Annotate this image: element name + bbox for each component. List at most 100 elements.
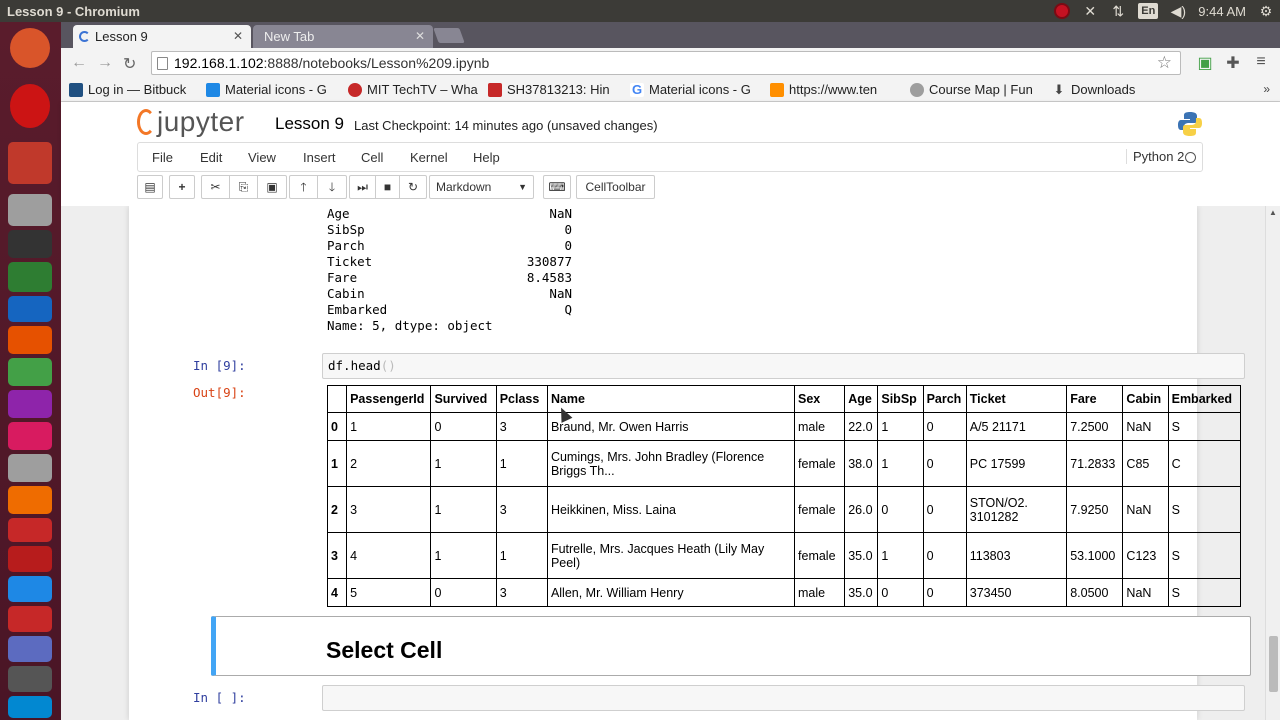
markdown-heading: Select Cell xyxy=(326,637,443,663)
bookmark-item[interactable]: Course Map | Fun xyxy=(904,78,1046,102)
notebook-name[interactable]: Lesson 9 xyxy=(275,114,344,134)
system-settings-icon[interactable] xyxy=(8,454,52,482)
chromium-icon[interactable] xyxy=(8,262,52,292)
sql-app-icon[interactable] xyxy=(8,636,52,662)
files-app-icon[interactable] xyxy=(8,296,52,322)
screen-recorder-icon[interactable] xyxy=(8,666,52,692)
move-up-icon[interactable]: 🡑 xyxy=(290,176,318,198)
menu-view[interactable]: View xyxy=(248,150,276,165)
save-icon[interactable]: ▤ xyxy=(137,175,163,199)
bookmark-item[interactable]: Material icons - G xyxy=(200,78,342,102)
notebook-toolbar: ▤ + ✂ ⎘ ▣ 🡑 🡓 ⏭ ■ ↻ Markdown ▼ ⌨ CellToo… xyxy=(137,174,1203,202)
sublime-app-icon[interactable] xyxy=(8,142,52,184)
empty-code-input[interactable] xyxy=(322,685,1245,711)
series-row: Embarked Q xyxy=(327,302,572,317)
cell-type-select[interactable]: Markdown ▼ xyxy=(429,175,534,199)
celltoolbar-button[interactable]: CellToolbar xyxy=(576,175,655,199)
menu-help[interactable]: Help xyxy=(473,150,500,165)
mit-techtv-icon xyxy=(348,82,362,97)
table-row: 2 3 1 3 Heikkinen, Miss. Laina female 26.0 0 0 ST… xyxy=(326,486,1242,533)
command-palette-keyboard-icon[interactable]: ⌨ xyxy=(543,175,571,199)
clock[interactable]: 9:44 AM xyxy=(1198,4,1246,19)
opera-browser-icon[interactable] xyxy=(10,84,50,128)
volume-icon[interactable]: ◀) xyxy=(1170,3,1186,19)
bookmark-item[interactable]: Log in — Bitbuck xyxy=(61,78,200,102)
copy-icon[interactable]: ⎘ xyxy=(230,176,258,198)
menu-insert[interactable]: Insert xyxy=(303,150,336,165)
more-bookmarks-icon[interactable]: » xyxy=(1263,82,1270,96)
bookmark-item[interactable]: SH37813213: Hin xyxy=(482,78,624,102)
amazon-app-icon[interactable] xyxy=(8,486,52,514)
youtube-app-icon[interactable] xyxy=(8,518,52,542)
tab-label: Lesson 9 xyxy=(95,29,148,44)
google-icon: G xyxy=(630,81,644,97)
forward-arrow-icon[interactable]: → xyxy=(97,54,113,72)
dataframe-table: PassengerId Survived Pclass Name Sex Age… xyxy=(326,385,1242,607)
url-path: :8888/notebooks/Lesson%209.ipynb xyxy=(263,55,490,71)
bookmark-item[interactable]: https://www.ten xyxy=(764,78,904,102)
extension-icon[interactable]: ▣ xyxy=(1195,53,1215,73)
url-host: 192.168.1.102 xyxy=(174,55,264,71)
notebook-scrollbar[interactable]: ▲ xyxy=(1265,206,1280,720)
selected-markdown-cell[interactable]: Select Cell xyxy=(211,616,1251,676)
bookmark-item[interactable]: G Material icons - G xyxy=(624,78,764,102)
kernel-name: Python 2 xyxy=(1126,149,1184,164)
record-indicator-icon[interactable] xyxy=(1054,3,1071,19)
kernel-idle-indicator-icon xyxy=(1185,152,1196,163)
tensorflow-icon xyxy=(770,82,784,97)
transfer-arrows-icon[interactable]: ⇅ xyxy=(1110,3,1126,19)
terminal-icon[interactable] xyxy=(8,230,52,258)
dropdown-caret-icon: ▼ xyxy=(518,182,527,192)
tab-new-tab[interactable]: New Tab ✕ xyxy=(253,25,433,48)
office-app-icon[interactable] xyxy=(8,326,52,354)
tab-label: New Tab xyxy=(264,29,315,44)
code-input[interactable]: df.head() xyxy=(322,353,1245,379)
menu-cell[interactable]: Cell xyxy=(361,150,383,165)
reload-icon[interactable]: ↻ xyxy=(123,54,136,74)
menu-file[interactable]: File xyxy=(152,150,173,165)
back-arrow-icon[interactable]: ← xyxy=(71,54,87,72)
run-cell-icon[interactable]: ⏭ xyxy=(350,176,376,198)
checkpoint-status: Last Checkpoint: 14 minutes ago (unsaved… xyxy=(354,118,658,133)
editor-app-icon[interactable] xyxy=(8,546,52,572)
software-center-icon[interactable] xyxy=(8,422,52,450)
paste-icon[interactable]: ▣ xyxy=(258,176,286,198)
keyboard-layout-indicator[interactable]: En xyxy=(1138,3,1159,19)
jupyter-logo[interactable]: jupyter xyxy=(137,106,245,137)
presentation-app-icon[interactable] xyxy=(8,390,52,418)
ubuntu-home-icon[interactable] xyxy=(10,28,50,68)
loading-spinner-icon xyxy=(79,31,90,42)
table-row: 0 1 0 3 Braund, Mr. Owen Harris male 22.0 1 0 A/5… xyxy=(326,412,1242,441)
trash-icon[interactable] xyxy=(8,696,52,718)
page-icon xyxy=(157,57,168,70)
scroll-up-arrow-icon[interactable]: ▲ xyxy=(1269,208,1277,217)
close-tab-icon[interactable]: ✕ xyxy=(233,25,243,48)
python-logo-icon xyxy=(1178,112,1202,136)
address-bar[interactable]: 192.168.1.102:8888/notebooks/Lesson%209.… xyxy=(151,51,1181,75)
cut-icon[interactable]: ✂ xyxy=(202,176,230,198)
network-off-icon[interactable]: ✕ xyxy=(1082,3,1098,19)
menu-icon[interactable]: ≡ xyxy=(1251,53,1271,73)
menu-kernel[interactable]: Kernel xyxy=(410,150,448,165)
move-down-icon[interactable]: 🡓 xyxy=(318,176,346,198)
filezilla-app-icon[interactable] xyxy=(8,606,52,632)
insert-cell-below-icon[interactable]: + xyxy=(169,175,195,199)
close-tab-icon[interactable]: ✕ xyxy=(415,25,425,48)
settings-gear-icon[interactable]: ⚙ xyxy=(1258,3,1274,19)
interrupt-kernel-icon[interactable]: ■ xyxy=(376,176,400,198)
puzzle-extension-icon[interactable]: ✚ xyxy=(1223,53,1243,73)
bookmark-item[interactable]: ⬇ Downloads xyxy=(1046,78,1156,102)
workbench-app-icon[interactable] xyxy=(8,576,52,602)
os-top-bar: Lesson 9 - Chromium ✕ ⇅ En ◀) 9:44 AM ⚙ xyxy=(0,0,1280,22)
scrollbar-thumb[interactable] xyxy=(1269,636,1278,692)
tab-lesson-9[interactable]: Lesson 9 ✕ xyxy=(73,25,251,48)
bookmark-star-icon[interactable]: ☆ xyxy=(1157,52,1172,74)
new-tab-button[interactable] xyxy=(433,28,465,43)
menu-edit[interactable]: Edit xyxy=(200,150,222,165)
series-row: SibSp 0 xyxy=(327,222,572,237)
bookmark-item[interactable]: MIT TechTV – Wha xyxy=(342,78,482,102)
spreadsheet-app-icon[interactable] xyxy=(8,358,52,386)
restart-kernel-icon[interactable]: ↻ xyxy=(400,176,426,198)
camera-app-icon[interactable] xyxy=(8,194,52,226)
out-prompt: Out[9]: xyxy=(193,385,246,400)
